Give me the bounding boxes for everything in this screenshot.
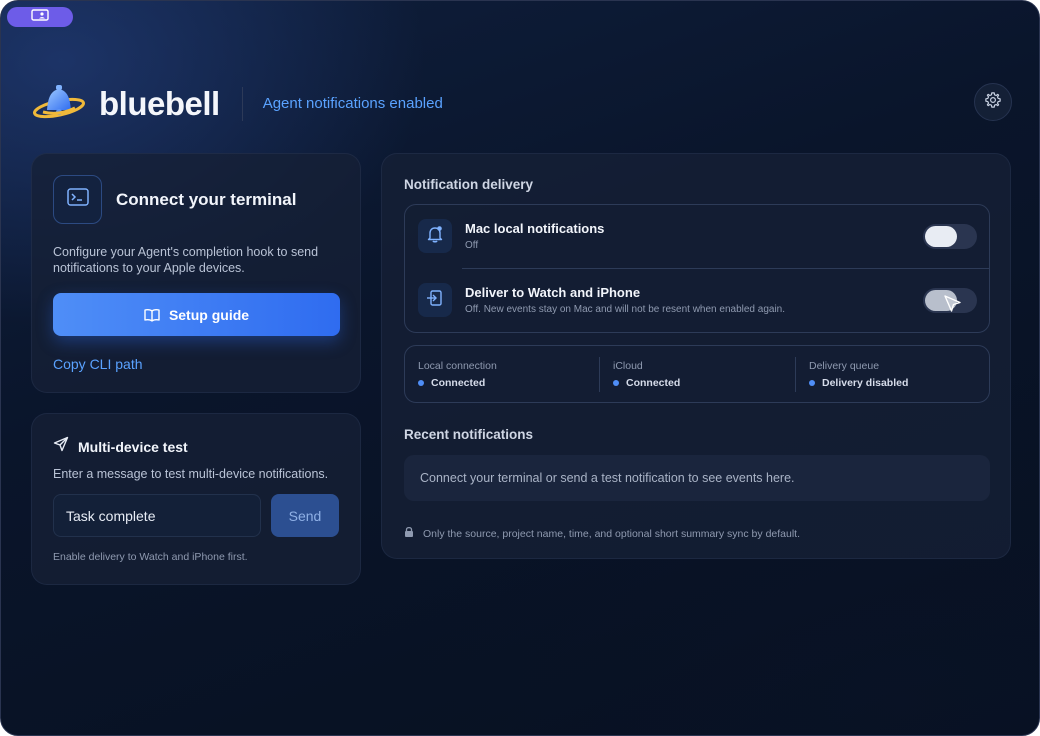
stat-value: Connected [613,377,680,389]
mac-notifications-status: Off [465,240,479,251]
multi-device-test-card: Multi-device test Enter a message to tes… [31,413,361,585]
watch-row-icon-box [418,283,452,317]
paper-plane-icon [53,436,69,457]
mac-notifications-title: Mac local notifications [465,221,605,236]
stat-label: Delivery queue [809,360,880,372]
test-card-title: Multi-device test [78,438,188,455]
status-dot [613,380,619,386]
settings-button[interactable] [974,83,1012,121]
status-dot [418,380,424,386]
status-dot [809,380,815,386]
copy-cli-path-link[interactable]: Copy CLI path [53,356,143,372]
mac-notifications-row: Mac local notifications Off [405,205,991,269]
brand-header: bluebell Agent notifications enabled [31,81,443,126]
status-divider [599,357,600,392]
pointer-cursor-icon [943,294,963,319]
delivery-options-box: Mac local notifications Off Deliver to W… [404,204,990,333]
stat-value: Connected [418,377,485,389]
app-window: bluebell Agent notifications enabled Con… [0,0,1040,736]
test-card-description: Enter a message to test multi-device not… [53,467,329,481]
brand-name: bluebell [99,84,220,122]
send-button[interactable]: Send [271,494,339,537]
connect-terminal-card: Connect your terminal Configure your Age… [31,153,361,393]
stat-label: Local connection [418,360,497,372]
test-card-header: Multi-device test [53,436,188,457]
terminal-card-description: Configure your Agent's completion hook t… [53,245,319,275]
stat-label: iCloud [613,360,643,372]
lock-icon [404,525,414,543]
bell-icon [425,224,445,249]
connection-status-box: Local connection Connected iCloud Connec… [404,345,990,403]
test-message-input[interactable] [53,494,261,537]
stat-value-text: Connected [431,377,486,389]
watch-iphone-row: Deliver to Watch and iPhone Off. New eve… [405,269,991,333]
terminal-icon [66,188,89,211]
test-card-hint: Enable delivery to Watch and iPhone firs… [53,551,248,563]
mac-notifications-toggle[interactable] [923,224,977,249]
toggle-knob [925,226,957,247]
status-divider [795,357,796,392]
watch-iphone-title: Deliver to Watch and iPhone [465,285,641,300]
stat-value-text: Delivery disabled [822,377,909,389]
window-user-icon [31,8,49,26]
bell-logo-icon [31,81,87,126]
watch-iphone-status: Off. New events stay on Mac and will not… [465,304,786,315]
notification-delivery-card: Notification delivery Mac local notifica… [381,153,1011,559]
recent-notifications-title: Recent notifications [404,427,534,442]
setup-guide-button[interactable]: Setup guide [53,293,340,336]
book-icon [144,308,160,322]
setup-guide-label: Setup guide [168,306,250,323]
privacy-footnote: Only the source, project name, time, and… [404,525,800,543]
stat-value-text: Connected [626,377,681,389]
terminal-card-title: Connect your terminal [116,190,297,209]
agent-status-text: Agent notifications enabled [262,95,443,112]
gear-icon [984,91,1002,114]
sign-in-icon [425,288,445,313]
brand-divider [241,86,243,121]
recent-empty-text: Connect your terminal or send a test not… [420,471,795,485]
stat-value: Delivery disabled [809,377,908,389]
terminal-icon-box [53,175,102,224]
recent-notifications-empty: Connect your terminal or send a test not… [404,455,990,501]
footnote-text: Only the source, project name, time, and… [423,528,801,540]
window-pill[interactable] [7,7,73,27]
delivery-section-title: Notification delivery [404,177,534,192]
mac-row-icon-box [418,219,452,253]
